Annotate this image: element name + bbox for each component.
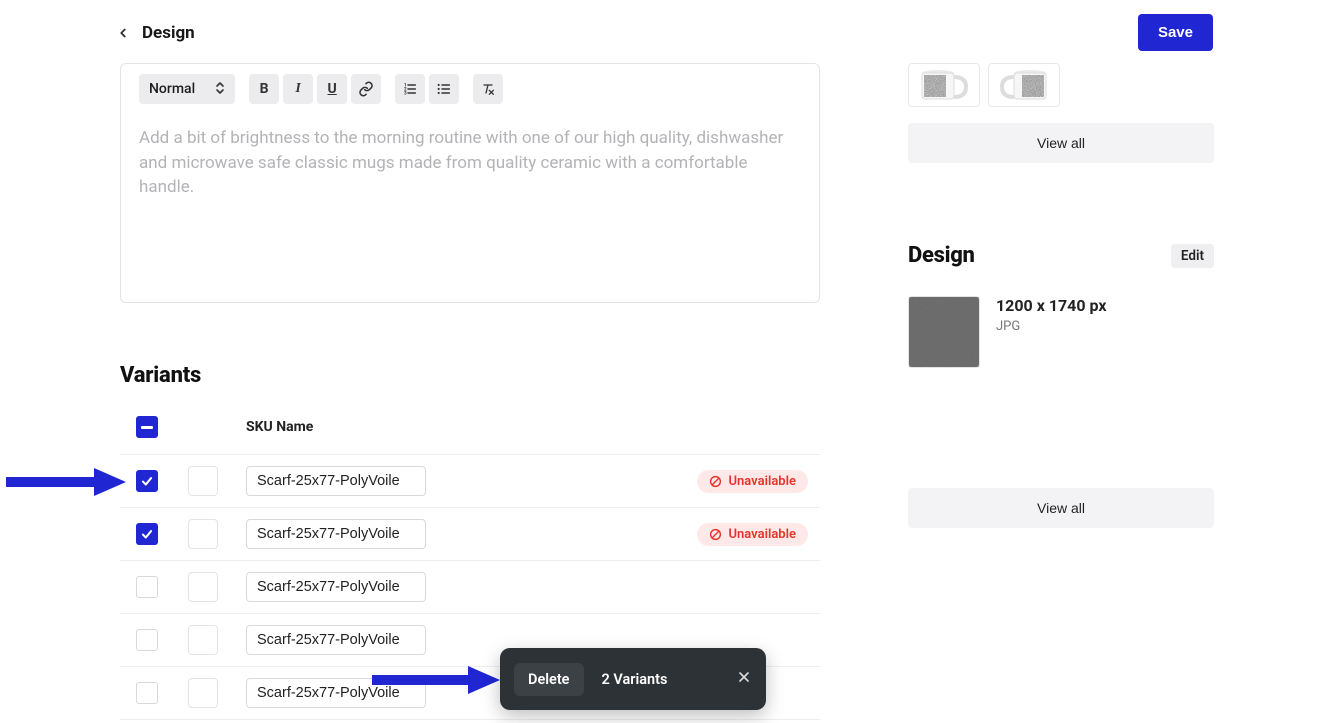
svg-text:3: 3 xyxy=(404,90,407,96)
product-thumbnail[interactable] xyxy=(908,63,980,107)
table-row: Unavailable xyxy=(120,455,820,508)
sku-input[interactable] xyxy=(246,625,426,655)
sku-input[interactable] xyxy=(246,466,426,496)
design-thumbnail[interactable] xyxy=(908,296,980,368)
row-checkbox[interactable] xyxy=(136,470,158,492)
save-button[interactable]: Save xyxy=(1138,14,1213,51)
bulk-action-toast: Delete 2 Variants xyxy=(500,648,766,710)
table-row: Unavailable xyxy=(120,508,820,561)
design-file-type: JPG xyxy=(996,319,1107,334)
variant-thumbnail[interactable] xyxy=(188,678,218,708)
table-header: SKU Name xyxy=(120,416,820,455)
table-row xyxy=(120,561,820,614)
bold-button[interactable]: B xyxy=(249,74,279,104)
delete-button[interactable]: Delete xyxy=(514,663,584,696)
variant-thumbnail[interactable] xyxy=(188,466,218,496)
minus-icon xyxy=(141,426,153,429)
product-thumbnail[interactable] xyxy=(988,63,1060,107)
back-icon[interactable] xyxy=(116,26,130,40)
format-select[interactable]: Normal xyxy=(139,74,235,104)
close-toast-button[interactable] xyxy=(736,669,752,689)
unavailable-icon xyxy=(709,528,722,541)
variant-thumbnail[interactable] xyxy=(188,625,218,655)
row-checkbox[interactable] xyxy=(136,682,158,704)
select-all-checkbox[interactable] xyxy=(136,416,158,438)
row-checkbox[interactable] xyxy=(136,523,158,545)
selection-count-label: 2 Variants xyxy=(602,671,668,688)
row-checkbox[interactable] xyxy=(136,629,158,651)
variant-thumbnail[interactable] xyxy=(188,519,218,549)
clear-format-button[interactable] xyxy=(473,74,503,104)
view-all-designs-button[interactable]: View all xyxy=(908,488,1214,528)
unavailable-icon xyxy=(709,475,722,488)
design-section-heading: Design xyxy=(908,243,975,268)
description-card: Normal B I U 123 xyxy=(120,63,820,303)
caret-icon xyxy=(215,81,225,97)
variant-thumbnail[interactable] xyxy=(188,572,218,602)
ordered-list-button[interactable]: 123 xyxy=(395,74,425,104)
sku-input[interactable] xyxy=(246,572,426,602)
sku-column-header: SKU Name xyxy=(246,419,313,435)
annotation-arrow xyxy=(6,466,126,498)
row-checkbox[interactable] xyxy=(136,576,158,598)
sku-input[interactable] xyxy=(246,519,426,549)
edit-design-button[interactable]: Edit xyxy=(1171,244,1214,268)
italic-button[interactable]: I xyxy=(283,74,313,104)
status-badge: Unavailable xyxy=(697,523,808,546)
description-text[interactable]: Add a bit of brightness to the morning r… xyxy=(139,114,801,200)
format-select-label: Normal xyxy=(149,81,195,97)
link-button[interactable] xyxy=(351,74,381,104)
view-all-products-button[interactable]: View all xyxy=(908,123,1214,163)
underline-button[interactable]: U xyxy=(317,74,347,104)
variants-heading: Variants xyxy=(120,363,820,388)
annotation-arrow xyxy=(372,664,500,696)
design-dimensions: 1200 x 1740 px xyxy=(996,296,1107,315)
page-title: Design xyxy=(142,23,195,43)
unordered-list-button[interactable] xyxy=(429,74,459,104)
status-badge: Unavailable xyxy=(697,470,808,493)
